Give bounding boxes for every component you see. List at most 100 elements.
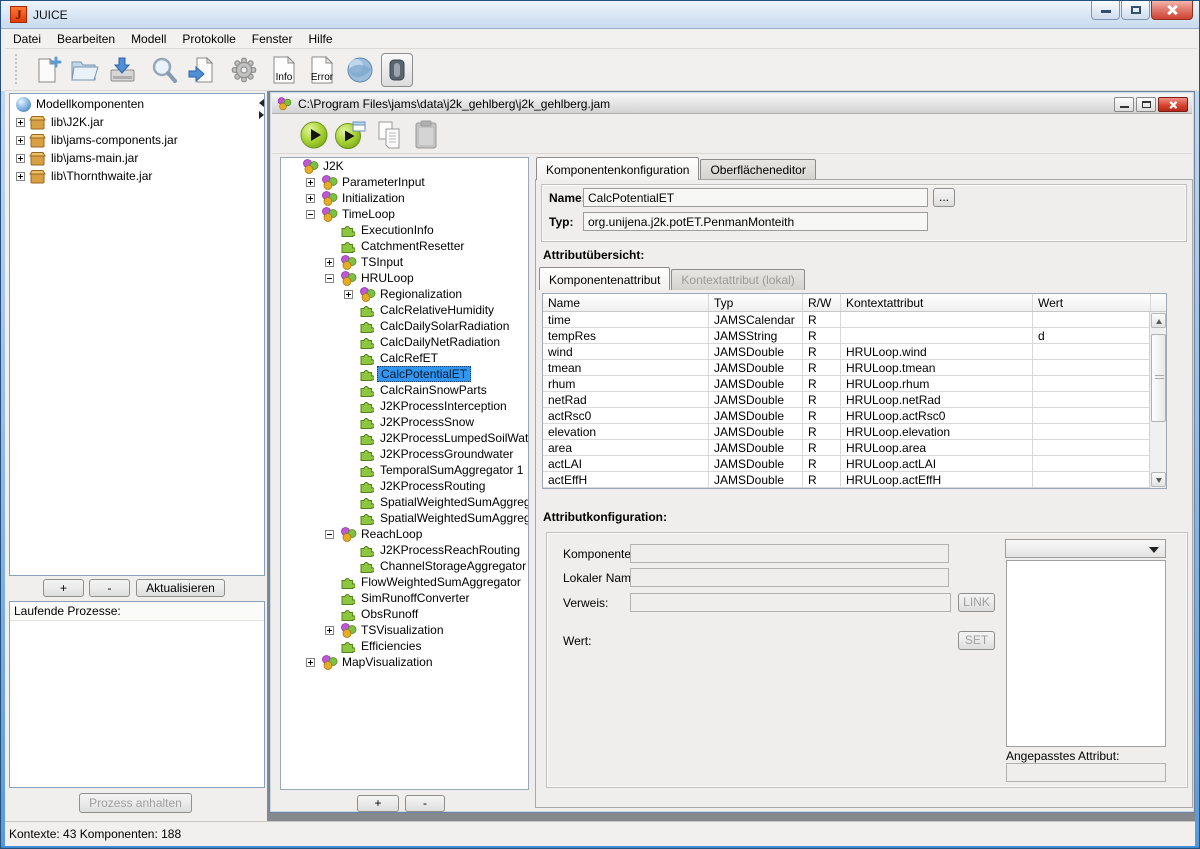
jar-item[interactable]: lib\Thornthwaite.jar [10,168,264,184]
expand-icon[interactable] [325,258,334,267]
link-button[interactable]: LINK [958,593,995,612]
scroll-down-icon[interactable] [1151,472,1166,487]
expand-icon[interactable] [16,136,25,145]
model-tree-item[interactable]: J2K [281,158,528,174]
tab-kontextattribut[interactable]: Kontextattribut (lokal) [671,269,804,290]
model-tree-item[interactable]: SpatialWeightedSumAggregator 1 [281,494,528,510]
component-remove-button[interactable]: - [89,579,130,597]
table-cell[interactable] [1033,312,1151,328]
table-cell[interactable]: HRULoop.tmean [841,360,1033,376]
table-cell[interactable]: JAMSDouble [709,360,803,376]
expand-icon[interactable] [344,290,353,299]
expand-icon[interactable] [325,626,334,635]
model-tree-item[interactable]: J2KProcessSnow [281,414,528,430]
save-model-button[interactable] [105,54,139,86]
menu-fenster[interactable]: Fenster [244,30,301,48]
model-tree-item[interactable]: J2KProcessInterception [281,398,528,414]
table-cell[interactable]: tmean [543,360,709,376]
model-tree-item[interactable]: ChannelStorageAggregator [281,558,528,574]
table-row[interactable]: tmeanJAMSDoubleRHRULoop.tmean [543,360,1166,376]
expand-icon[interactable] [306,194,315,203]
column-header[interactable]: Kontextattribut [841,294,1033,311]
model-tree-item[interactable]: SpatialWeightedSumAggregator 2 [281,510,528,526]
model-tree-item[interactable]: CatchmentResetter [281,238,528,254]
model-tree-item[interactable]: ReachLoop [281,526,528,542]
model-tree-item[interactable]: CalcDailySolarRadiation [281,318,528,334]
paste-component-button[interactable] [410,119,442,151]
browser-button[interactable] [343,54,377,86]
jar-item[interactable]: lib\jams-components.jar [10,132,264,148]
table-cell[interactable]: HRULoop.actRsc0 [841,408,1033,424]
table-cell[interactable]: JAMSCalendar [709,312,803,328]
table-row[interactable]: actRsc0JAMSDoubleRHRULoop.actRsc0 [543,408,1166,424]
model-tree-item[interactable]: HRULoop [281,270,528,286]
stop-process-button[interactable]: Prozess anhalten [79,793,192,813]
info-log-button[interactable]: Info [267,54,301,86]
tab-komponentenattribut[interactable]: Komponentenattribut [539,267,670,290]
exit-button[interactable] [379,54,415,86]
splitpane-collapse-left-icon[interactable] [259,99,264,107]
name-browse-button[interactable]: ... [933,188,955,207]
table-cell[interactable]: R [803,472,841,488]
error-log-button[interactable]: Error [305,54,339,86]
search-button[interactable] [147,54,181,86]
model-tree-item[interactable]: J2KProcessLumpedSoilWater [281,430,528,446]
model-tree-item[interactable]: TemporalSumAggregator 1 [281,462,528,478]
table-row[interactable]: rhumJAMSDoubleRHRULoop.rhum [543,376,1166,392]
new-model-button[interactable] [31,54,65,86]
table-cell[interactable]: tempRes [543,328,709,344]
table-cell[interactable]: HRULoop.actEffH [841,472,1033,488]
collapse-icon[interactable] [325,274,334,283]
collapse-icon[interactable] [325,530,334,539]
components-tree-root[interactable]: Modellkomponenten [10,96,264,112]
model-tree-item[interactable]: Initialization [281,190,528,206]
column-header[interactable]: Name [543,294,709,311]
model-tree-item[interactable]: ParameterInput [281,174,528,190]
table-cell[interactable]: actEffH [543,472,709,488]
close-button[interactable] [1151,1,1193,20]
table-cell[interactable]: JAMSDouble [709,408,803,424]
jar-item[interactable]: lib\J2K.jar [10,114,264,130]
table-cell[interactable]: R [803,424,841,440]
model-tree-item[interactable]: Regionalization [281,286,528,302]
load-model-button[interactable] [185,54,219,86]
expand-icon[interactable] [16,154,25,163]
column-header[interactable]: Wert [1033,294,1151,311]
settings-button[interactable] [227,54,261,86]
table-cell[interactable] [1033,440,1151,456]
verweis-field[interactable] [630,593,951,612]
model-tree-item[interactable]: CalcPotentialET [281,366,528,382]
model-window-titlebar[interactable]: C:\Program Files\jams\data\j2k_gehlberg\… [272,94,1192,114]
table-cell[interactable] [1033,424,1151,440]
table-cell[interactable]: actRsc0 [543,408,709,424]
table-cell[interactable] [841,328,1033,344]
table-cell[interactable]: elevation [543,424,709,440]
table-cell[interactable]: R [803,328,841,344]
minimize-button[interactable] [1091,1,1120,20]
table-cell[interactable]: R [803,456,841,472]
tree-remove-button[interactable]: - [405,795,445,812]
model-close-button[interactable] [1158,97,1188,112]
table-cell[interactable] [1033,376,1151,392]
refresh-button[interactable]: Aktualisieren [136,579,225,597]
table-cell[interactable]: R [803,392,841,408]
table-cell[interactable]: R [803,344,841,360]
table-cell[interactable] [1033,344,1151,360]
table-row[interactable]: timeJAMSCalendarR [543,312,1166,328]
table-cell[interactable]: wind [543,344,709,360]
set-button[interactable]: SET [958,631,995,650]
model-tree-item[interactable]: CalcRelativeHumidity [281,302,528,318]
table-row[interactable]: tempResJAMSStringRd [543,328,1166,344]
table-row[interactable]: netRadJAMSDoubleRHRULoop.netRad [543,392,1166,408]
model-tree-item[interactable]: J2KProcessGroundwater [281,446,528,462]
table-cell[interactable]: JAMSDouble [709,472,803,488]
lokaler-name-field[interactable] [630,568,949,587]
table-cell[interactable]: HRULoop.area [841,440,1033,456]
expand-icon[interactable] [306,178,315,187]
open-model-button[interactable] [67,54,101,86]
column-header[interactable]: Typ [709,294,803,311]
table-scrollbar[interactable] [1149,312,1166,488]
table-cell[interactable]: R [803,408,841,424]
table-cell[interactable]: R [803,376,841,392]
table-cell[interactable]: HRULoop.actLAI [841,456,1033,472]
